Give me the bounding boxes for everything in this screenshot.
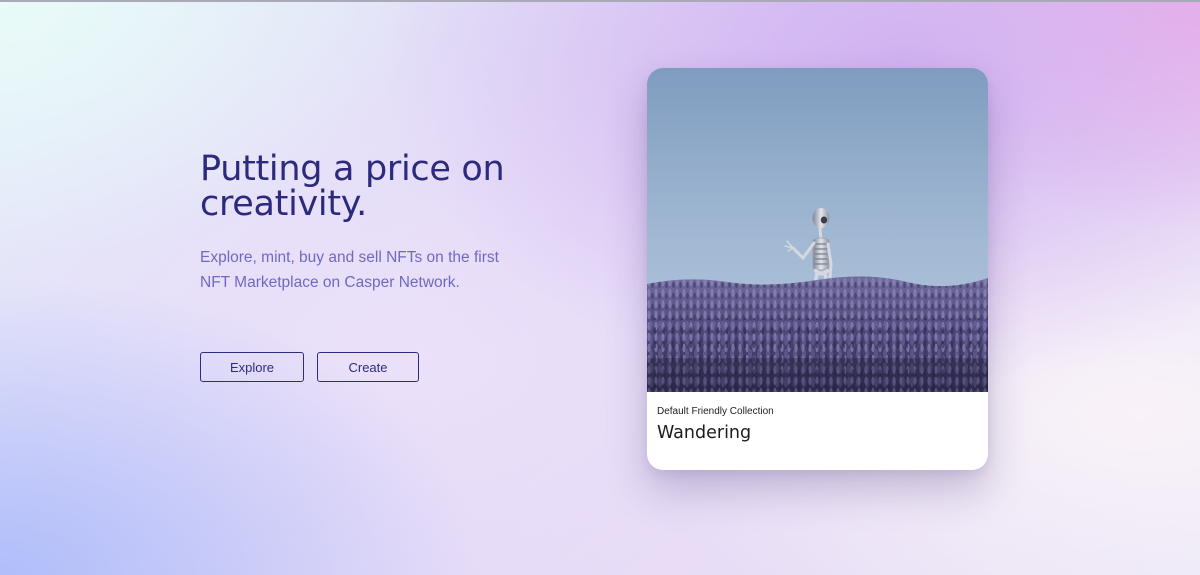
hero-headline-line-1: Putting a price on xyxy=(200,149,505,189)
hero-headline: Putting a price on creativity. xyxy=(200,152,600,222)
featured-nft-card[interactable]: Default Friendly Collection Wandering xyxy=(647,68,988,470)
top-border xyxy=(0,0,1200,2)
explore-button[interactable]: Explore xyxy=(200,352,304,382)
hero-headline-line-2: creativity. xyxy=(200,184,368,224)
create-button[interactable]: Create xyxy=(317,352,419,382)
nft-title[interactable]: Wandering xyxy=(657,422,774,444)
nft-artwork-image xyxy=(647,68,988,392)
card-info: Default Friendly Collection Wandering xyxy=(657,402,774,444)
collection-name[interactable]: Default Friendly Collection xyxy=(657,402,774,422)
hero-section: Putting a price on creativity. Explore, … xyxy=(200,152,600,295)
hero-subtext: Explore, mint, buy and sell NFTs on the … xyxy=(200,249,499,291)
hero-actions: Explore Create xyxy=(200,352,419,382)
